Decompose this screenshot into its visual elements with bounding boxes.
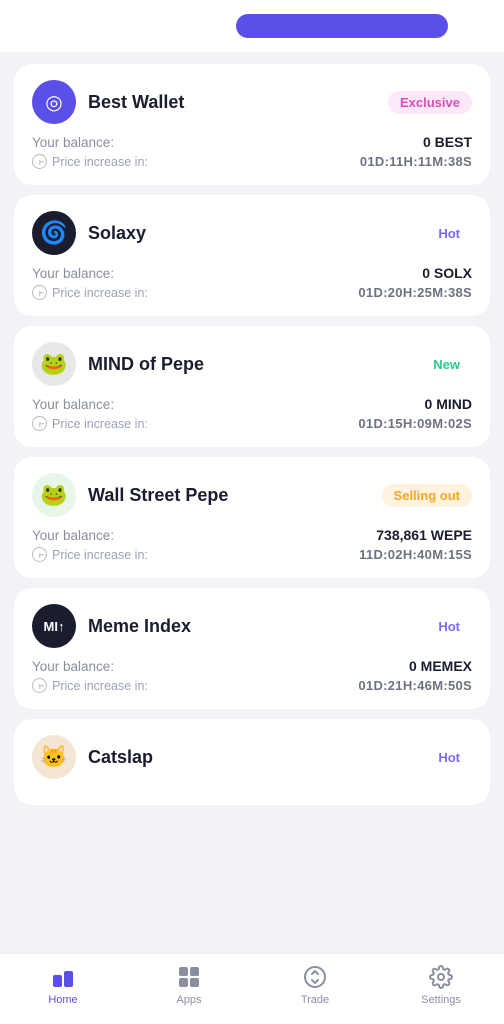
token-name-wall-street-pepe: Wall Street Pepe [88, 485, 228, 506]
token-icon-mind-of-pepe: 🐸 [32, 342, 76, 386]
token-card-best-wallet[interactable]: ◎ Best Wallet Exclusive Your balance: 0 … [14, 64, 490, 185]
apps-icon [176, 964, 202, 990]
token-left: 🐱 Catslap [32, 735, 153, 779]
timer-row-mind-of-pepe: Price increase in: 01D:15H:09M:02S [32, 416, 472, 431]
token-name-solaxy: Solaxy [88, 223, 146, 244]
token-badge-meme-index: Hot [426, 615, 472, 638]
timer-row-best-wallet: Price increase in: 01D:11H:11M:38S [32, 154, 472, 169]
timer-label-meme-index: Price increase in: [52, 679, 148, 693]
timer-value-mind-of-pepe: 01D:15H:09M:02S [358, 416, 472, 431]
balance-label-wall-street-pepe: Your balance: [32, 528, 114, 543]
timer-row-wall-street-pepe: Price increase in: 11D:02H:40M:15S [32, 547, 472, 562]
timer-value-meme-index: 01D:21H:46M:50S [358, 678, 472, 693]
tab-tokens[interactable] [16, 14, 228, 38]
balance-label-mind-of-pepe: Your balance: [32, 397, 114, 412]
timer-left-best-wallet: Price increase in: [32, 154, 148, 169]
token-left: 🐸 Wall Street Pepe [32, 473, 228, 517]
token-header: 🐸 MIND of Pepe New [32, 342, 472, 386]
balance-label-meme-index: Your balance: [32, 659, 114, 674]
token-badge-mind-of-pepe: New [421, 353, 472, 376]
clock-icon-mind-of-pepe [32, 416, 47, 431]
balance-row-meme-index: Your balance: 0 MEMEX [32, 658, 472, 674]
nav-item-settings[interactable]: Settings [378, 964, 504, 1006]
clock-icon-best-wallet [32, 154, 47, 169]
token-card-solaxy[interactable]: 🌀 Solaxy Hot Your balance: 0 SOLX Price … [14, 195, 490, 316]
token-icon-wall-street-pepe: 🐸 [32, 473, 76, 517]
timer-left-solaxy: Price increase in: [32, 285, 148, 300]
token-left: 🐸 MIND of Pepe [32, 342, 204, 386]
nav-label-home: Home [48, 994, 77, 1006]
balance-value-wall-street-pepe: 738,861 WEPE [376, 527, 472, 543]
token-name-meme-index: Meme Index [88, 616, 191, 637]
timer-left-meme-index: Price increase in: [32, 678, 148, 693]
token-name-catslap: Catslap [88, 747, 153, 768]
token-card-mind-of-pepe[interactable]: 🐸 MIND of Pepe New Your balance: 0 MIND … [14, 326, 490, 447]
clock-icon-solaxy [32, 285, 47, 300]
timer-value-wall-street-pepe: 11D:02H:40M:15S [359, 547, 472, 562]
timer-left-mind-of-pepe: Price increase in: [32, 416, 148, 431]
balance-value-mind-of-pepe: 0 MIND [425, 396, 472, 412]
token-icon-best-wallet: ◎ [32, 80, 76, 124]
token-header: MI↑ Meme Index Hot [32, 604, 472, 648]
balance-value-meme-index: 0 MEMEX [409, 658, 472, 674]
bottom-nav: Home Apps Trade Settings [0, 953, 504, 1024]
token-left: 🌀 Solaxy [32, 211, 146, 255]
token-header: 🐱 Catslap Hot [32, 735, 472, 779]
token-header: ◎ Best Wallet Exclusive [32, 80, 472, 124]
token-name-mind-of-pepe: MIND of Pepe [88, 354, 204, 375]
token-card-meme-index[interactable]: MI↑ Meme Index Hot Your balance: 0 MEMEX… [14, 588, 490, 709]
nav-item-apps[interactable]: Apps [126, 964, 252, 1006]
nav-label-trade: Trade [301, 994, 329, 1006]
token-left: MI↑ Meme Index [32, 604, 191, 648]
token-header: 🐸 Wall Street Pepe Selling out [32, 473, 472, 517]
balance-row-wall-street-pepe: Your balance: 738,861 WEPE [32, 527, 472, 543]
token-icon-meme-index: MI↑ [32, 604, 76, 648]
token-icon-solaxy: 🌀 [32, 211, 76, 255]
timer-label-best-wallet: Price increase in: [52, 155, 148, 169]
clock-icon-meme-index [32, 678, 47, 693]
token-badge-catslap: Hot [426, 746, 472, 769]
balance-value-best-wallet: 0 BEST [423, 134, 472, 150]
token-badge-wall-street-pepe: Selling out [382, 484, 472, 507]
nav-item-home[interactable]: Home [0, 964, 126, 1006]
home-icon [50, 964, 76, 990]
token-name-best-wallet: Best Wallet [88, 92, 184, 113]
nav-label-settings: Settings [421, 994, 461, 1006]
balance-label-best-wallet: Your balance: [32, 135, 114, 150]
balance-label-solaxy: Your balance: [32, 266, 114, 281]
clock-icon-wall-street-pepe [32, 547, 47, 562]
token-header: 🌀 Solaxy Hot [32, 211, 472, 255]
token-list: ◎ Best Wallet Exclusive Your balance: 0 … [0, 52, 504, 953]
timer-label-mind-of-pepe: Price increase in: [52, 417, 148, 431]
timer-label-solaxy: Price increase in: [52, 286, 148, 300]
timer-value-best-wallet: 01D:11H:11M:38S [360, 154, 472, 169]
token-left: ◎ Best Wallet [32, 80, 184, 124]
nav-label-apps: Apps [176, 994, 201, 1006]
token-badge-solaxy: Hot [426, 222, 472, 245]
balance-value-solaxy: 0 SOLX [422, 265, 472, 281]
token-badge-best-wallet: Exclusive [388, 91, 472, 114]
tab-upcoming-tokens[interactable] [236, 14, 448, 38]
balance-row-solaxy: Your balance: 0 SOLX [32, 265, 472, 281]
nav-item-trade[interactable]: Trade [252, 964, 378, 1006]
token-card-catslap[interactable]: 🐱 Catslap Hot [14, 719, 490, 805]
settings-icon [428, 964, 454, 990]
balance-row-best-wallet: Your balance: 0 BEST [32, 134, 472, 150]
token-icon-catslap: 🐱 [32, 735, 76, 779]
timer-left-wall-street-pepe: Price increase in: [32, 547, 148, 562]
timer-row-meme-index: Price increase in: 01D:21H:46M:50S [32, 678, 472, 693]
timer-label-wall-street-pepe: Price increase in: [52, 548, 148, 562]
balance-row-mind-of-pepe: Your balance: 0 MIND [32, 396, 472, 412]
token-card-wall-street-pepe[interactable]: 🐸 Wall Street Pepe Selling out Your bala… [14, 457, 490, 578]
timer-value-solaxy: 01D:20H:25M:38S [358, 285, 472, 300]
tab-bar [0, 0, 504, 52]
timer-row-solaxy: Price increase in: 01D:20H:25M:38S [32, 285, 472, 300]
trade-icon [302, 964, 328, 990]
